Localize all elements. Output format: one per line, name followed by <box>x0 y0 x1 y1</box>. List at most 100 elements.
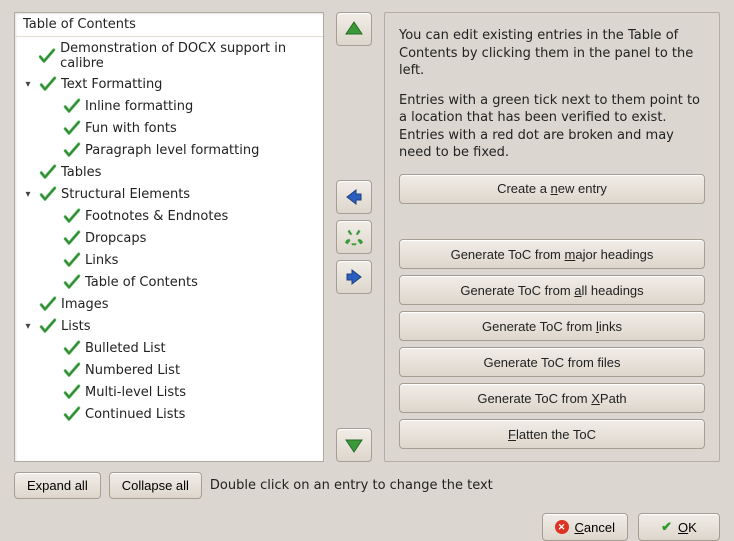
toc-entry-label: Paragraph level formatting <box>85 143 259 158</box>
twisty-placeholder <box>45 209 59 223</box>
info-text-2: Entries with a green tick next to them p… <box>399 92 705 162</box>
hint-text: Double click on an entry to change the t… <box>210 478 493 493</box>
gen-major-headings-button[interactable]: Generate ToC from major headings <box>399 239 705 269</box>
toc-entry[interactable]: Table of Contents <box>19 271 319 293</box>
twisty-placeholder <box>45 363 59 377</box>
chevron-down-icon[interactable]: ▾ <box>21 187 35 201</box>
dialog-footer: Cancel ✔ OK <box>14 513 720 541</box>
green-tick-icon <box>63 339 81 357</box>
gen-xpath-button[interactable]: Generate ToC from XPath <box>399 383 705 413</box>
chevron-down-icon[interactable]: ▾ <box>21 77 35 91</box>
arrow-right-icon <box>344 267 364 287</box>
move-left-button[interactable] <box>336 180 372 214</box>
cancel-icon <box>555 520 569 534</box>
twisty-placeholder <box>21 165 35 179</box>
green-tick-icon <box>63 141 81 159</box>
check-icon: ✔ <box>661 519 672 535</box>
toc-entry[interactable]: Tables <box>19 161 319 183</box>
toc-entry[interactable]: Links <box>19 249 319 271</box>
green-tick-icon <box>39 163 57 181</box>
toc-entry[interactable]: Inline formatting <box>19 95 319 117</box>
green-tick-icon <box>63 383 81 401</box>
collapse-all-button[interactable]: Collapse all <box>109 472 202 499</box>
toc-entry-label: Tables <box>61 165 101 180</box>
toc-entry-label: Images <box>61 297 109 312</box>
toc-entry[interactable]: Images <box>19 293 319 315</box>
toc-entry-label: Multi-level Lists <box>85 385 186 400</box>
gen-links-button[interactable]: Generate ToC from links <box>399 311 705 341</box>
green-tick-icon <box>39 317 57 335</box>
toc-entry[interactable]: Fun with fonts <box>19 117 319 139</box>
under-row: Expand all Collapse all Double click on … <box>14 472 720 499</box>
twisty-placeholder <box>45 407 59 421</box>
ok-button[interactable]: ✔ OK <box>638 513 720 541</box>
info-text-1: You can edit existing entries in the Tab… <box>399 27 705 80</box>
green-tick-icon <box>63 97 81 115</box>
green-tick-icon <box>63 207 81 225</box>
move-up-button[interactable] <box>336 12 372 46</box>
toc-entry-label: Fun with fonts <box>85 121 177 136</box>
toc-entry[interactable]: ▾ Text Formatting <box>19 73 319 95</box>
green-tick-icon <box>63 273 81 291</box>
toc-entry-label: Footnotes & Endnotes <box>85 209 228 224</box>
twisty-placeholder <box>45 121 59 135</box>
toc-entry-label: Lists <box>61 319 91 334</box>
reorder-column <box>332 12 376 462</box>
green-tick-icon <box>63 405 81 423</box>
toc-entry[interactable]: Multi-level Lists <box>19 381 319 403</box>
green-tick-icon <box>63 119 81 137</box>
twisty-placeholder <box>45 341 59 355</box>
green-tick-icon <box>63 251 81 269</box>
toc-entry-label: Bulleted List <box>85 341 166 356</box>
toc-entry-label: Table of Contents <box>85 275 198 290</box>
toc-entry-label: Demonstration of DOCX support in calibre <box>60 41 317 71</box>
move-down-button[interactable] <box>336 428 372 462</box>
toc-entry-label: Dropcaps <box>85 231 146 246</box>
twisty-placeholder <box>45 231 59 245</box>
toc-entry[interactable]: Demonstration of DOCX support in calibre <box>19 39 319 73</box>
cancel-button[interactable]: Cancel <box>542 513 628 541</box>
gen-files-button[interactable]: Generate ToC from files <box>399 347 705 377</box>
green-tick-icon <box>39 295 57 313</box>
twisty-placeholder <box>21 49 34 63</box>
toc-entry[interactable]: ▾ Structural Elements <box>19 183 319 205</box>
move-right-button[interactable] <box>336 260 372 294</box>
toc-entry[interactable]: ▾ Lists <box>19 315 319 337</box>
toc-entry-label: Numbered List <box>85 363 180 378</box>
arrow-left-icon <box>344 187 364 207</box>
green-tick-icon <box>63 229 81 247</box>
twisty-placeholder <box>21 297 35 311</box>
toc-entry[interactable]: Dropcaps <box>19 227 319 249</box>
toc-entry[interactable]: Bulleted List <box>19 337 319 359</box>
triangle-down-icon <box>344 435 364 455</box>
right-panel: You can edit existing entries in the Tab… <box>384 12 720 462</box>
twisty-placeholder <box>45 99 59 113</box>
create-entry-button[interactable]: Create a new entry <box>399 174 705 204</box>
expand-all-button[interactable]: Expand all <box>14 472 101 499</box>
toc-entry-label: Links <box>85 253 118 268</box>
toc-entry[interactable]: Continued Lists <box>19 403 319 425</box>
recycle-icon <box>343 226 365 248</box>
tree-header: Table of Contents <box>15 13 323 37</box>
toc-tree[interactable]: Demonstration of DOCX support in calibre… <box>15 37 323 431</box>
green-tick-icon <box>38 47 56 65</box>
green-tick-icon <box>39 75 57 93</box>
toc-entry[interactable]: Paragraph level formatting <box>19 139 319 161</box>
chevron-down-icon[interactable]: ▾ <box>21 319 35 333</box>
triangle-up-icon <box>344 19 364 39</box>
green-tick-icon <box>63 361 81 379</box>
twisty-placeholder <box>45 253 59 267</box>
recycle-button[interactable] <box>336 220 372 254</box>
toc-entry-label: Continued Lists <box>85 407 185 422</box>
green-tick-icon <box>39 185 57 203</box>
twisty-placeholder <box>45 143 59 157</box>
toc-entry[interactable]: Footnotes & Endnotes <box>19 205 319 227</box>
toc-entry-label: Text Formatting <box>61 77 162 92</box>
toc-entry[interactable]: Numbered List <box>19 359 319 381</box>
flatten-toc-button[interactable]: Flatten the ToC <box>399 419 705 449</box>
toc-entry-label: Structural Elements <box>61 187 190 202</box>
twisty-placeholder <box>45 385 59 399</box>
gen-all-headings-button[interactable]: Generate ToC from all headings <box>399 275 705 305</box>
twisty-placeholder <box>45 275 59 289</box>
toc-entry-label: Inline formatting <box>85 99 193 114</box>
